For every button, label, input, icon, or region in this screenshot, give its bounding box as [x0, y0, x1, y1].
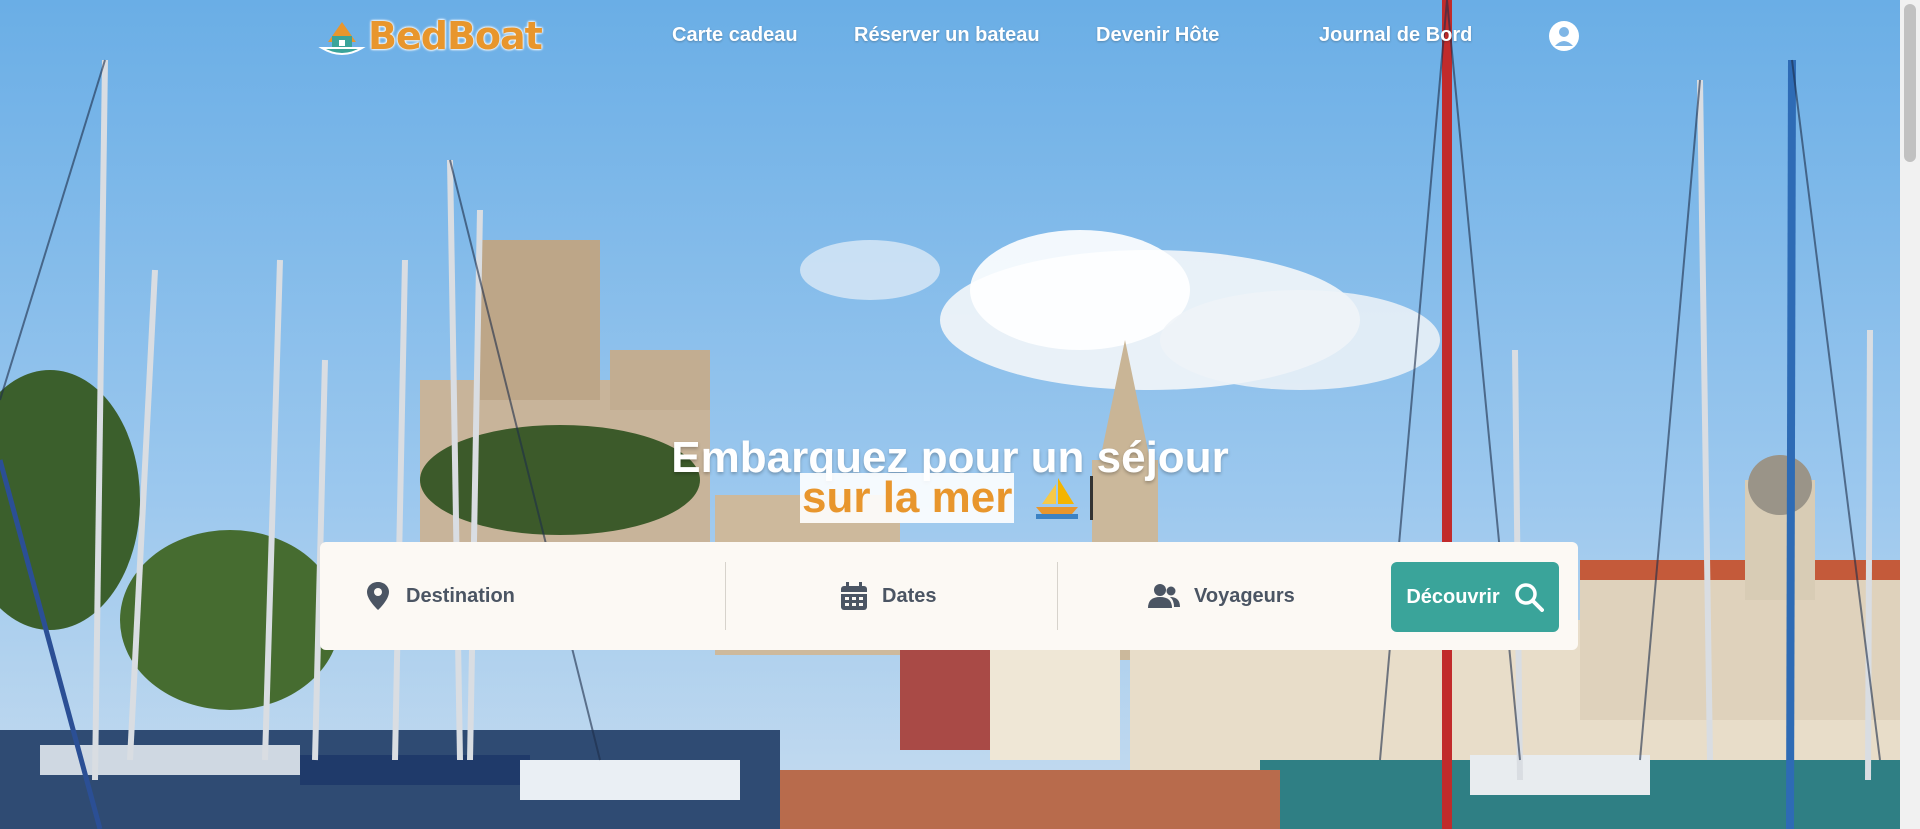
typing-caret	[1090, 476, 1094, 520]
boat-house-logo-icon	[318, 22, 366, 55]
search-divider	[725, 562, 726, 630]
nav-link-gift-card[interactable]: Carte cadeau	[672, 24, 798, 47]
nav-link-logbook[interactable]: Journal de Bord	[1319, 24, 1472, 47]
destination-label: Destination	[406, 584, 515, 607]
hero-subline: sur la mer	[800, 472, 1094, 524]
nav-link-book-boat[interactable]: Réserver un bateau	[854, 24, 1040, 47]
nav-link-become-host[interactable]: Devenir Hôte	[1096, 24, 1219, 47]
travelers-label: Voyageurs	[1194, 584, 1295, 607]
dates-field[interactable]: Dates	[840, 542, 936, 650]
harbor-photo	[0, 0, 1900, 829]
discover-button[interactable]: Découvrir	[1391, 562, 1559, 632]
users-icon	[1148, 584, 1180, 608]
search-bar: Destination Dates Voyageurs Découvrir	[320, 542, 1578, 650]
user-circle-icon[interactable]	[1548, 20, 1580, 52]
discover-label: Découvrir	[1406, 585, 1500, 608]
destination-field[interactable]: Destination	[364, 542, 515, 650]
search-divider	[1057, 562, 1058, 630]
page-scrollbar[interactable]	[1900, 0, 1920, 829]
travelers-field[interactable]: Voyageurs	[1148, 542, 1295, 650]
sailboat-icon	[1036, 478, 1079, 519]
brand-name: BedBoat	[368, 14, 543, 58]
search-icon	[1514, 583, 1544, 612]
hero-highlight: sur la mer	[800, 473, 1015, 523]
hero-background	[0, 0, 1900, 829]
calendar-icon	[841, 582, 867, 610]
map-pin-icon	[367, 582, 389, 610]
dates-label: Dates	[882, 584, 937, 607]
scrollbar-thumb[interactable]	[1904, 4, 1916, 162]
brand-logo[interactable]: BedBoat	[318, 10, 543, 62]
